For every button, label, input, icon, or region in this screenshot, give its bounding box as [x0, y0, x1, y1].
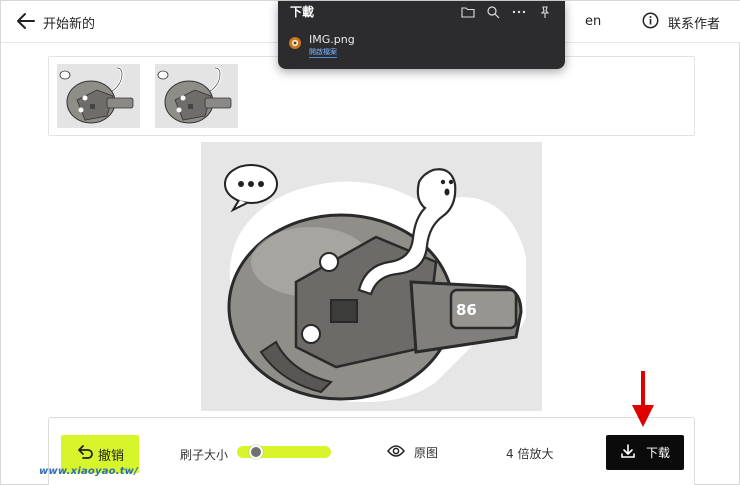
history-thumbnail[interactable]	[57, 64, 140, 128]
language-selector[interactable]: en	[585, 14, 601, 29]
downloads-title: 下載	[290, 5, 315, 19]
badge-number: 86	[456, 301, 477, 319]
eye-icon	[387, 443, 405, 462]
download-file-name: IMG.png	[309, 33, 355, 46]
show-original-button[interactable]: 原图	[387, 443, 438, 462]
back-arrow-icon[interactable]	[15, 11, 37, 31]
history-thumbnail[interactable]	[155, 64, 238, 128]
contact-author-label: 联系作者	[668, 16, 721, 32]
search-icon[interactable]	[486, 4, 500, 19]
info-icon	[642, 12, 659, 33]
red-annotation-arrow	[631, 371, 655, 429]
app-window: 开始新的 en 联系作者 86 撤销 刷子大小 原图 4 倍放大 下载 下載 I…	[0, 0, 740, 485]
site-watermark: 逍 www.xiaoyao.tw/	[6, 441, 146, 485]
image-file-icon	[288, 35, 302, 49]
contact-author-button[interactable]: 联系作者	[642, 11, 720, 33]
start-new-button[interactable]: 开始新的	[43, 13, 95, 32]
download-icon	[620, 443, 636, 463]
robot-sticker-thumbnail-icon	[57, 64, 140, 128]
svg-text:逍: 逍	[12, 449, 36, 477]
robot-sticker-thumbnail-icon	[155, 64, 238, 128]
show-original-label: 原图	[414, 446, 439, 460]
download-button[interactable]: 下载	[606, 435, 684, 470]
upscale-4x-button[interactable]: 4 倍放大	[506, 445, 553, 462]
folder-icon[interactable]	[461, 4, 475, 18]
robot-sticker-illustration: 86	[201, 142, 542, 411]
watermark-text: www.xiaoyao.tw/	[39, 466, 138, 477]
watermark-logo-icon: 逍	[12, 449, 37, 478]
download-label: 下载	[645, 446, 670, 460]
download-item[interactable]: IMG.png 開啟檔案	[288, 31, 518, 61]
browser-downloads-popup: 下載 IMG.png 開啟檔案	[278, 1, 565, 69]
editing-canvas[interactable]: 86	[201, 142, 542, 411]
brush-size-slider[interactable]	[237, 445, 331, 459]
pin-icon[interactable]	[538, 4, 552, 18]
more-options-icon[interactable]	[512, 4, 526, 18]
open-file-link[interactable]: 開啟檔案	[309, 48, 337, 58]
brush-size-label: 刷子大小	[180, 448, 229, 462]
brush-size-handle[interactable]	[248, 445, 263, 459]
